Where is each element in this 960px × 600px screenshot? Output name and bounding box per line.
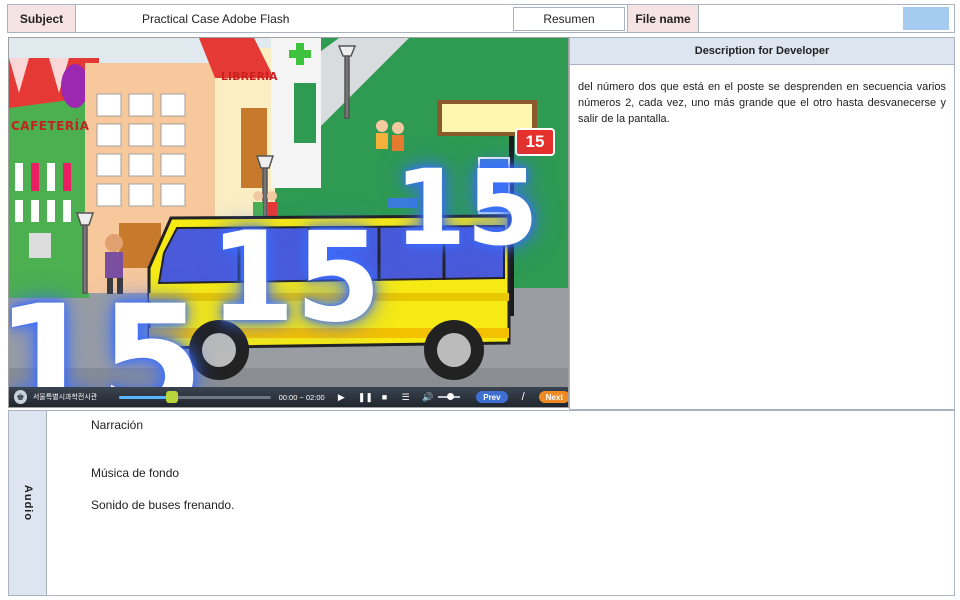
audio-sfx: Sonido de buses frenando. (91, 498, 235, 512)
volume-handle[interactable] (447, 393, 455, 400)
libreria-sign: LIBRERÍA (221, 70, 278, 84)
prev-button[interactable]: Prev (476, 391, 508, 403)
volume-slider[interactable] (438, 393, 461, 400)
volume-icon[interactable]: 🔊 (422, 392, 433, 403)
time-display: 00:00 ~ 02:00 (278, 392, 325, 402)
player-org-name: 서울특별시과학전시관 (32, 394, 98, 401)
org-logo-icon: ♚ (14, 390, 27, 404)
pharmacy-building (271, 38, 321, 188)
progress-track[interactable] (119, 390, 271, 403)
floating-number-medium: 15 (209, 206, 382, 350)
developer-panel: Description for Developer del número dos… (569, 37, 955, 410)
audio-narration: Narración (91, 418, 144, 432)
floating-number-small: 15 (394, 147, 539, 269)
nav-separator: / (521, 391, 525, 403)
audio-panel: Audio Narración Música de fondo Sonido d… (8, 410, 955, 596)
subject-label: Subject (8, 5, 76, 32)
audio-tab: Audio (9, 411, 47, 595)
developer-description: del número dos que está en el poste se d… (578, 81, 946, 125)
filename-color-swatch (903, 7, 949, 30)
subject-value: Practical Case Adobe Flash (142, 11, 290, 26)
progress-fill (119, 395, 173, 399)
header-bar: Subject Practical Case Adobe Flash Resum… (7, 4, 955, 33)
audio-music: Música de fondo (91, 466, 180, 480)
next-button[interactable]: Next (538, 391, 568, 403)
pause-icon[interactable]: ❚❚ (358, 392, 373, 403)
player-control-bar: ♚ 서울특별시과학전시관 00:00 ~ 02:00 ▶ ❚❚ ■ ☰ 🔊 Pr… (9, 387, 568, 407)
resumen-button[interactable]: Resumen (513, 7, 625, 31)
filename-label: File name (627, 5, 699, 32)
audio-tab-label: Audio (21, 484, 34, 522)
stop-icon[interactable]: ■ (380, 392, 389, 402)
play-icon[interactable]: ▶ (337, 392, 346, 403)
progress-handle[interactable] (166, 390, 179, 403)
cafeteria-sign: CAFETERÍA (11, 119, 90, 133)
list-icon[interactable]: ☰ (401, 392, 410, 403)
developer-panel-title: Description for Developer (570, 38, 954, 65)
animation-scene: CAFETERÍA LIBRERÍA 15 15 15 15 ♚ 서울특별시과학… (8, 37, 569, 408)
